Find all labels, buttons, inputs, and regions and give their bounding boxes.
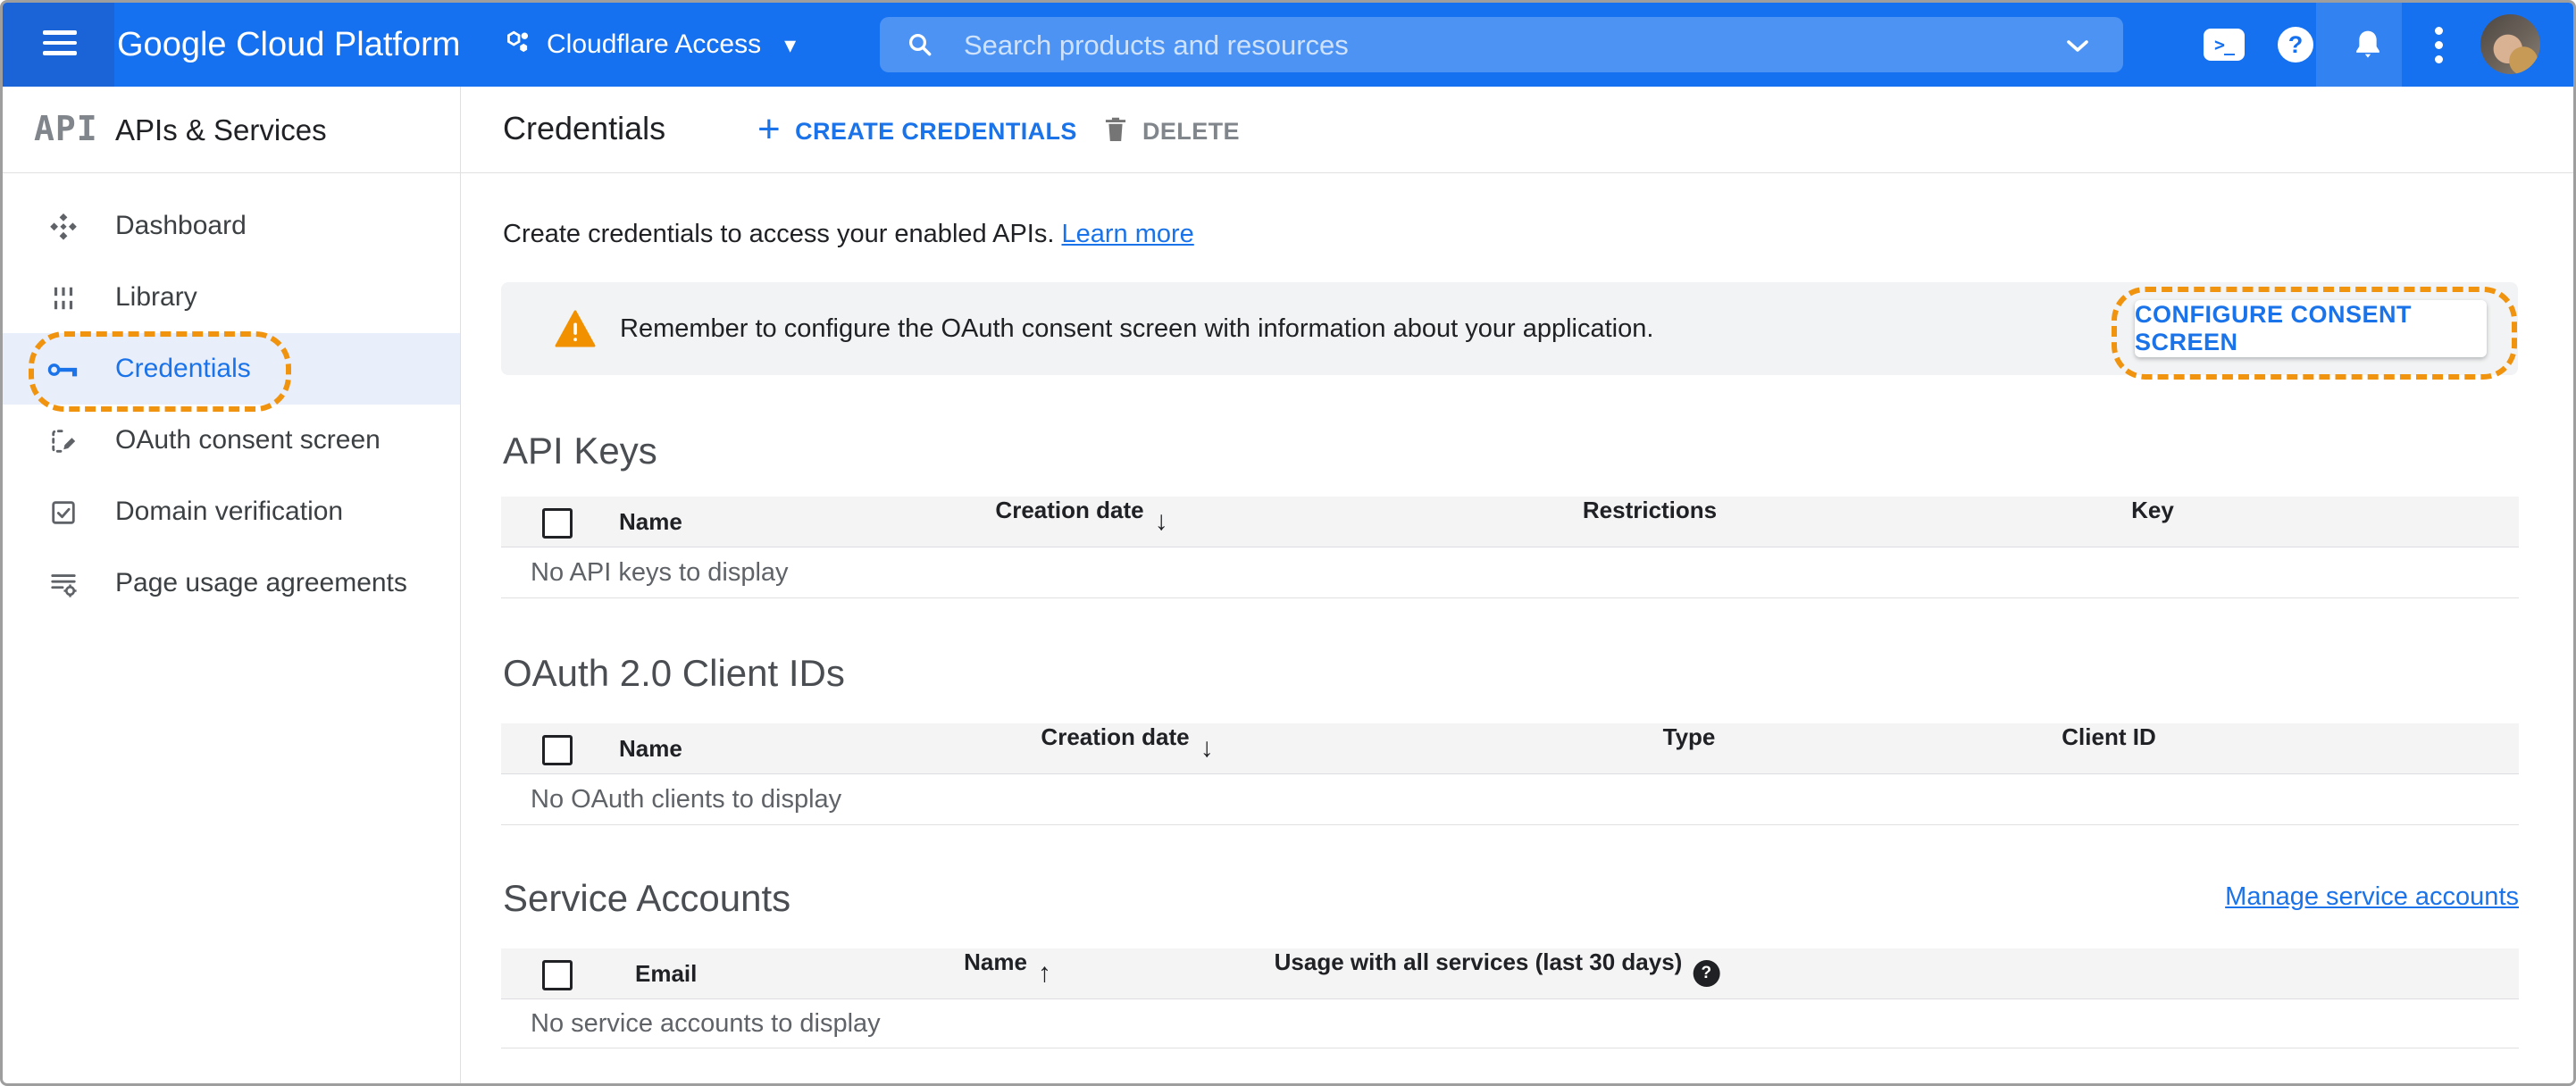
create-credentials-button[interactable]: + CREATE CREDENTIALS	[757, 106, 1077, 156]
trash-icon	[1103, 114, 1128, 149]
list-gear-icon	[47, 568, 79, 600]
api-keys-empty-row: No API keys to display	[531, 558, 789, 587]
notifications-bell-icon[interactable]	[2350, 3, 2386, 87]
search-icon	[907, 31, 933, 63]
sort-asc-icon: ↑	[1037, 958, 1051, 988]
search-expand-chevron-icon[interactable]	[2066, 39, 2089, 57]
page-title: Credentials	[503, 110, 666, 146]
search-input[interactable]	[962, 17, 2020, 74]
gcp-console-window: Google Cloud Platform Cloudflare Access …	[0, 0, 2576, 1086]
sidebar-item-oauth-consent-screen[interactable]: OAuth consent screen	[3, 405, 460, 476]
avatar[interactable]	[2480, 14, 2540, 74]
sort-desc-icon: ↓	[1200, 733, 1214, 763]
service-accounts-table-header: Email Name ↑ Usage with all services (la…	[501, 948, 2519, 999]
section-title-api-keys: API Keys	[503, 430, 657, 472]
section-title-oauth-clients: OAuth 2.0 Client IDs	[503, 652, 845, 694]
help-icon[interactable]: ?	[2278, 3, 2313, 87]
hamburger-menu-icon[interactable]	[43, 30, 77, 59]
warning-message: Remember to configure the OAuth consent …	[620, 314, 1654, 343]
column-name[interactable]: Name	[619, 497, 682, 547]
configure-consent-screen-button[interactable]: CONFIGURE CONSENT SCREEN	[2135, 300, 2487, 357]
key-icon	[47, 354, 79, 386]
column-restrictions[interactable]: Restrictions	[1583, 497, 1717, 547]
select-all-checkbox[interactable]	[542, 735, 573, 765]
oauth-clients-table-header: Name Creation date ↓ Type Client ID	[501, 723, 2519, 774]
consent-warning-banner: Remember to configure the OAuth consent …	[501, 282, 2518, 380]
project-name: Cloudflare Access	[547, 29, 762, 59]
column-name[interactable]: Name ↑	[964, 948, 1051, 998]
select-all-checkbox[interactable]	[542, 508, 573, 539]
sidebar-item-domain-verification[interactable]: Domain verification	[3, 476, 460, 547]
section-title-service-accounts: Service Accounts	[503, 877, 791, 919]
sidebar-item-library[interactable]: Library	[3, 262, 460, 333]
sidebar-item-credentials[interactable]: Credentials	[3, 333, 460, 405]
column-creation-date[interactable]: Creation date ↓	[1041, 723, 1213, 773]
top-app-bar: Google Cloud Platform Cloudflare Access …	[3, 3, 2573, 87]
usage-help-icon[interactable]: ?	[1693, 960, 1720, 987]
delete-button[interactable]: DELETE	[1103, 106, 1240, 156]
sort-desc-icon: ↓	[1154, 506, 1168, 536]
warning-icon	[555, 310, 596, 352]
manage-service-accounts-link[interactable]: Manage service accounts	[2225, 882, 2519, 912]
sidebar-title: APIs & Services	[115, 113, 327, 146]
dashboard-icon	[47, 211, 79, 243]
column-creation-date[interactable]: Creation date ↓	[995, 497, 1167, 547]
caret-down-icon: ▾	[784, 30, 797, 58]
cloud-shell-icon[interactable]: >_	[2204, 3, 2245, 87]
search-bar	[880, 17, 2123, 74]
column-key[interactable]: Key	[2131, 497, 2174, 547]
select-all-checkbox[interactable]	[542, 960, 573, 990]
api-logo: API	[34, 109, 98, 148]
service-accounts-empty-row: No service accounts to display	[531, 1009, 881, 1038]
sidebar-item-dashboard[interactable]: Dashboard	[3, 190, 460, 262]
sidebar-divider	[460, 87, 461, 1083]
oauth-clients-empty-row: No OAuth clients to display	[531, 785, 842, 814]
project-icon	[506, 28, 532, 62]
library-icon	[47, 282, 79, 314]
table-divider	[501, 824, 2519, 825]
plus-icon: +	[757, 107, 782, 151]
consent-screen-icon	[47, 425, 79, 457]
table-divider	[501, 597, 2519, 598]
verified-checkbox-icon	[47, 497, 79, 529]
kebab-menu-icon[interactable]	[2425, 3, 2452, 87]
learn-more-link[interactable]: Learn more	[1061, 220, 1193, 248]
brand-title[interactable]: Google Cloud Platform	[117, 3, 460, 87]
column-usage[interactable]: Usage with all services (last 30 days) ?	[1275, 948, 1720, 998]
column-type[interactable]: Type	[1663, 723, 1716, 773]
column-name[interactable]: Name	[619, 723, 682, 773]
intro-text: Create credentials to access your enable…	[503, 220, 1194, 248]
project-selector[interactable]: Cloudflare Access ▾	[506, 3, 796, 87]
column-email[interactable]: Email	[635, 948, 697, 998]
api-keys-table-header: Name Creation date ↓ Restrictions Key	[501, 497, 2519, 547]
sidebar-item-page-usage-agreements[interactable]: Page usage agreements	[3, 547, 460, 619]
header-divider	[3, 172, 2573, 173]
column-client-id[interactable]: Client ID	[2062, 723, 2155, 773]
